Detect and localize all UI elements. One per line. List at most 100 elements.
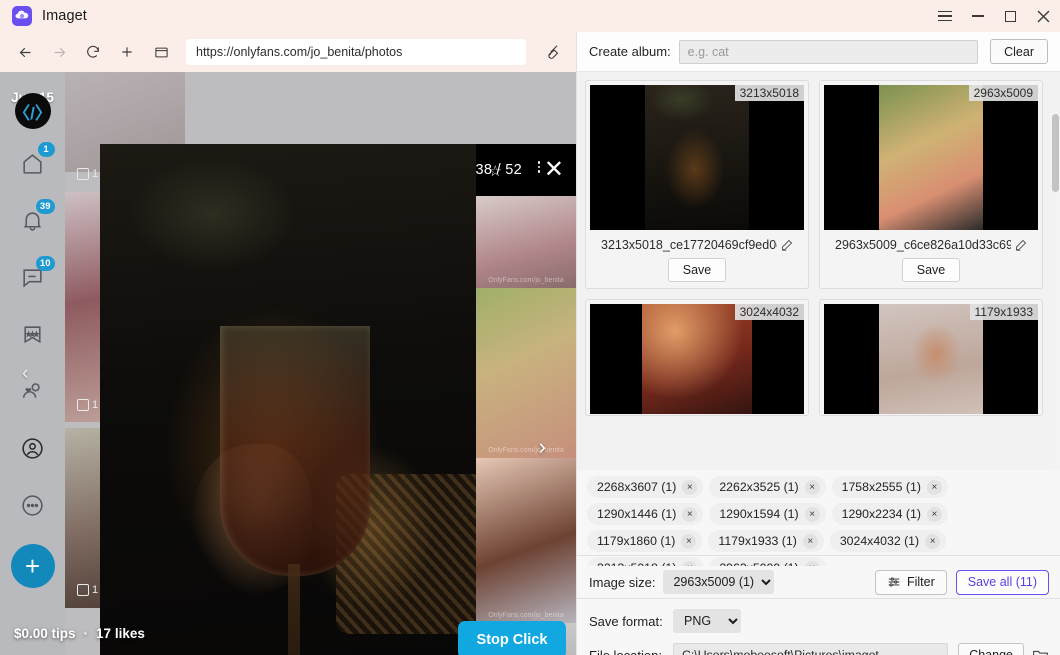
imaget-side-panel: Create album: Clear 3213x5018 3213x5018_… [576, 32, 1060, 655]
result-card[interactable]: 3024x4032 [585, 299, 809, 416]
plus-glyph: + [24, 551, 41, 581]
result-card[interactable]: 3213x5018 3213x5018_ce17720469cf9ed0d0f9… [585, 80, 809, 289]
create-album-input[interactable] [678, 39, 979, 64]
save-format-select[interactable]: PNGJPGWEBP [673, 609, 741, 633]
chip-remove-icon[interactable]: × [804, 479, 820, 495]
star-icon[interactable]: ☆ [489, 162, 502, 180]
panel-scrollbar[interactable] [1051, 112, 1060, 470]
pencil-edit-icon[interactable] [1015, 239, 1027, 251]
result-thumbnail[interactable]: 2963x5009 [824, 85, 1038, 230]
avatar-glyph: 〈/〉 [13, 103, 52, 123]
sidebar-item-profile[interactable] [10, 425, 56, 471]
size-chip[interactable]: 3024x4032 (1) × [829, 530, 947, 552]
chip-label: 2262x3525 (1) [719, 480, 799, 494]
save-button[interactable]: Save [667, 258, 727, 282]
size-chip[interactable]: 1758x2555 (1) × [831, 476, 948, 498]
result-card[interactable]: 2963x5009 2963x5009_c6ce826a10d33c69605 … [819, 80, 1043, 289]
chip-remove-icon[interactable]: × [682, 506, 698, 522]
hamburger-menu-icon[interactable] [928, 0, 961, 32]
lightbox-header: ← 38 / 52 ☆ ✕ [100, 144, 576, 196]
strip-watermark: OnlyFans.com/jo_benita [488, 612, 564, 619]
browser-window-icon[interactable] [146, 37, 176, 67]
chip-remove-icon[interactable]: × [804, 506, 820, 522]
more-options-icon[interactable] [537, 161, 540, 173]
imaget-logo-icon [12, 6, 32, 26]
save-button[interactable]: Save [901, 258, 961, 282]
lightbox-close-icon[interactable]: ✕ [544, 158, 564, 182]
title-bar: Imaget [0, 0, 1060, 32]
broom-clean-icon[interactable] [536, 37, 570, 67]
size-chip[interactable]: 1290x1446 (1) × [587, 503, 704, 525]
chip-label: 1290x1446 (1) [597, 507, 677, 521]
clear-button[interactable]: Clear [990, 39, 1048, 64]
chip-remove-icon[interactable]: × [926, 479, 942, 495]
folder-open-icon[interactable] [1032, 648, 1049, 655]
result-thumbnail[interactable]: 1179x1933 [824, 304, 1038, 414]
chip-remove-icon[interactable]: × [682, 479, 698, 495]
result-filename-row: 2963x5009_c6ce826a10d33c69605 [824, 238, 1038, 252]
maximize-icon[interactable] [994, 0, 1027, 32]
result-thumbnail[interactable]: 3213x5018 [590, 85, 804, 230]
file-location-label: File location: [589, 647, 662, 655]
results-grid: 3213x5018 3213x5018_ce17720469cf9ed0d0f9… [577, 72, 1060, 470]
minimize-icon[interactable] [961, 0, 994, 32]
filmstrip-thumb[interactable]: OnlyFans.com/jo_benita [476, 458, 576, 623]
next-photo-icon[interactable]: › [539, 434, 546, 460]
reload-icon[interactable] [78, 37, 108, 67]
photo-lightbox: OnlyFans.com/jo_benita OnlyFans.com/jo_b… [100, 144, 576, 655]
result-filename: 2963x5009_c6ce826a10d33c69605 [835, 238, 1011, 252]
size-chip[interactable]: 1179x1860 (1) × [587, 530, 703, 552]
scrollbar-thumb[interactable] [1052, 114, 1059, 192]
size-chip[interactable]: 2268x3607 (1) × [587, 476, 704, 498]
plus-icon[interactable] [112, 37, 142, 67]
size-chip[interactable]: 1179x1933 (1) × [708, 530, 824, 552]
chip-remove-icon[interactable]: × [926, 506, 942, 522]
stop-click-button[interactable]: Stop Click [458, 621, 566, 655]
imaget-app-window: Imaget https://onlyfans.com/jo_benita/ph… [0, 0, 1060, 655]
lightbox-main-image[interactable]: OnlyFans.com/jo_benita [100, 144, 476, 655]
size-chip[interactable]: 2262x3525 (1) × [709, 476, 826, 498]
filmstrip-thumb[interactable]: OnlyFans.com/jo_benita [476, 288, 576, 458]
size-chip[interactable]: 1290x1594 (1) × [709, 503, 826, 525]
close-icon[interactable] [1027, 0, 1060, 32]
result-filename: 3213x5018_ce17720469cf9ed0d0f9 [601, 238, 777, 252]
back-arrow-icon[interactable] [10, 37, 40, 67]
filter-button[interactable]: Filter [874, 569, 947, 595]
filmstrip-thumb[interactable]: OnlyFans.com/jo_benita [476, 196, 576, 288]
web-page-viewport: 1 1 1 Jun 15 〈/〉 1 [0, 72, 576, 655]
url-input[interactable]: https://onlyfans.com/jo_benita/photos [186, 39, 526, 65]
rail-collapse-icon[interactable]: ‹ [22, 364, 44, 386]
result-card[interactable]: 1179x1933 [819, 299, 1043, 416]
chip-remove-icon[interactable]: × [802, 533, 818, 549]
sidebar-item-messages[interactable]: 10 [10, 254, 56, 300]
dimension-tag: 1179x1933 [969, 304, 1038, 320]
create-album-row: Create album: Clear [577, 32, 1060, 72]
result-thumbnail[interactable]: 3024x4032 [590, 304, 804, 414]
url-text: https://onlyfans.com/jo_benita/photos [196, 45, 403, 59]
pencil-edit-icon[interactable] [781, 239, 793, 251]
sidebar-item-home[interactable]: 1 [10, 140, 56, 186]
size-chip[interactable]: 1290x2234 (1) × [831, 503, 948, 525]
chip-label: 2268x3607 (1) [597, 480, 677, 494]
sidebar-item-more[interactable] [10, 482, 56, 528]
dimension-tag: 3213x5018 [734, 85, 804, 101]
forward-arrow-icon[interactable] [44, 37, 74, 67]
save-all-button[interactable]: Save all (11) [955, 569, 1049, 595]
image-size-select[interactable]: 2963x5009 (1)3213x5018 (1)3024x4032 (1)1… [663, 570, 775, 594]
new-post-button[interactable]: + [10, 544, 55, 588]
lightbox-filmstrip: OnlyFans.com/jo_benita OnlyFans.com/jo_b… [476, 196, 576, 655]
change-location-button[interactable]: Change [958, 643, 1024, 655]
sidebar-item-notifications[interactable]: 39 [10, 197, 56, 243]
ellipsis-circle-icon [22, 494, 43, 516]
image-size-row: Image size: 2963x5009 (1)3213x5018 (1)30… [577, 566, 1060, 598]
file-location-value[interactable]: C:\Users\mobeesoft\Pictures\imaget [673, 643, 949, 655]
avatar[interactable]: 〈/〉 [13, 93, 52, 129]
strip-watermark: OnlyFans.com/jo_benita [488, 277, 564, 284]
badge-notifications: 39 [35, 199, 55, 214]
chip-remove-icon[interactable]: × [925, 533, 941, 549]
chip-remove-icon[interactable]: × [681, 533, 697, 549]
sidebar-item-collections[interactable] [10, 311, 56, 357]
badge-home: 1 [37, 142, 55, 157]
lightbox-back-icon[interactable]: ← [100, 158, 102, 184]
chip-label: 1758x2555 (1) [841, 480, 921, 494]
